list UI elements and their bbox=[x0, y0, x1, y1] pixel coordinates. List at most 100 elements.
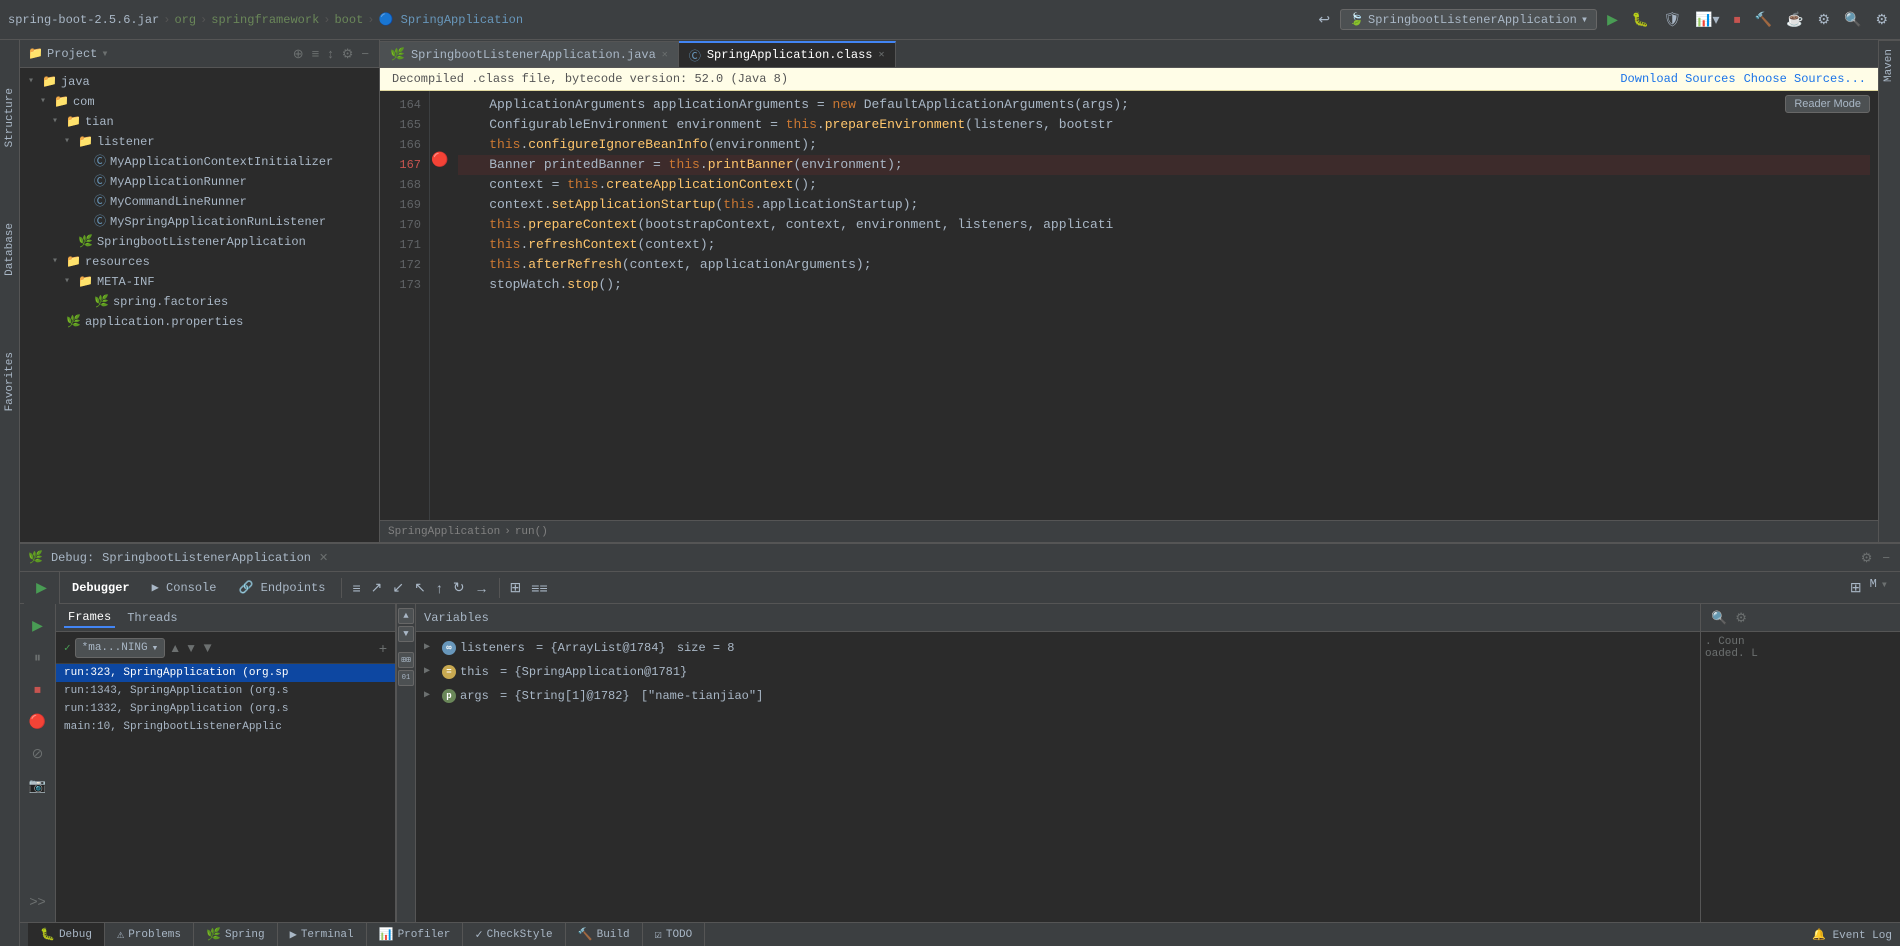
tree-resources[interactable]: ▾ 📁 resources bbox=[20, 252, 379, 272]
var-item-this[interactable]: ▶ = this = {SpringApplication@1781} bbox=[416, 660, 1700, 684]
scroll-up-button[interactable]: ▲ bbox=[398, 608, 414, 624]
code-content[interactable]: ApplicationArguments applicationArgument… bbox=[450, 91, 1878, 520]
breadcrumb-boot[interactable]: boot bbox=[334, 13, 363, 27]
tree-tian[interactable]: ▾ 📁 tian bbox=[20, 112, 379, 132]
status-build-tab[interactable]: 🔨 Build bbox=[566, 923, 643, 946]
status-checkstyle-tab[interactable]: ✓ CheckStyle bbox=[463, 923, 565, 946]
breadcrumb-class[interactable]: 🔵 SpringApplication bbox=[379, 12, 524, 27]
stop-button[interactable]: ⏹ bbox=[1730, 9, 1745, 30]
maven-panel-tab[interactable]: Maven bbox=[1879, 40, 1900, 90]
evaluate-button[interactable]: ↻ bbox=[449, 577, 469, 598]
m-settings-button[interactable]: ⚙ bbox=[1733, 610, 1749, 626]
var-item-args[interactable]: ▶ p args = {String[1]@1782} ["name-tianj… bbox=[416, 684, 1700, 708]
m-search-button[interactable]: 🔍 bbox=[1709, 610, 1729, 626]
sort-button[interactable]: ↕ bbox=[325, 46, 336, 62]
frame-item-1[interactable]: run:1343, SpringApplication (org.s bbox=[56, 682, 395, 700]
endpoints-tab[interactable]: 🔗 Endpoints bbox=[228, 576, 335, 599]
coverage-button[interactable]: 🛡 bbox=[1659, 9, 1685, 30]
tree-com[interactable]: ▾ 📁 com bbox=[20, 92, 379, 112]
tree-app-props[interactable]: 🌿 application.properties bbox=[20, 312, 379, 332]
status-profiler-tab[interactable]: 📊 Profiler bbox=[367, 923, 464, 946]
mute-breakpoints-btn[interactable]: ⊘ bbox=[25, 740, 51, 766]
threads-tab[interactable]: Threads bbox=[123, 609, 181, 627]
var-item-listeners[interactable]: ▶ ∞ listeners = {ArrayList@1784} size = … bbox=[416, 636, 1700, 660]
collapse-all-button[interactable]: ≡ bbox=[310, 46, 322, 62]
tree-java[interactable]: ▾ 📁 java bbox=[20, 72, 379, 92]
add-thread-button[interactable]: + bbox=[379, 640, 387, 656]
prev-thread-button[interactable]: ▲ bbox=[169, 641, 181, 655]
frame-item-2[interactable]: run:1332, SpringApplication (org.s bbox=[56, 700, 395, 718]
thread-dropdown[interactable]: *ma...NING ▾ bbox=[75, 638, 166, 658]
breadcrumb-org[interactable]: org bbox=[174, 13, 196, 27]
expand-arrow-listeners[interactable]: ▶ bbox=[424, 638, 438, 658]
next-thread-button[interactable]: ▼ bbox=[185, 641, 197, 655]
status-terminal-tab[interactable]: ▶ Terminal bbox=[278, 923, 367, 946]
tree-springboot-main[interactable]: 🌿 SpringbootListenerApplication bbox=[20, 232, 379, 252]
settings-gear-button[interactable]: ⚙ bbox=[340, 46, 356, 62]
resume-btn[interactable]: ▶ bbox=[25, 612, 51, 638]
run-to-cursor-button[interactable]: ↑ bbox=[432, 578, 447, 598]
frame-item-3[interactable]: main:10, SpringbootListenerApplic bbox=[56, 718, 395, 736]
debugger-tab[interactable]: Debugger bbox=[62, 577, 140, 599]
structure-panel-tab[interactable]: Structure bbox=[0, 80, 19, 155]
status-todo-tab[interactable]: ☑ TODO bbox=[643, 923, 706, 946]
event-log[interactable]: 🔔 Event Log bbox=[1812, 928, 1892, 942]
settings-btn-debug[interactable]: 📷 bbox=[25, 772, 51, 798]
sdk-button[interactable]: ☕ bbox=[1782, 9, 1807, 30]
build-button[interactable]: 🔨 bbox=[1751, 9, 1776, 30]
close-tab-button[interactable]: ✕ bbox=[662, 49, 668, 61]
tab-spring-application[interactable]: Ⓒ SpringApplication.class ✕ bbox=[679, 41, 896, 67]
tree-myspringrunlistener[interactable]: Ⓒ MySpringApplicationRunListener bbox=[20, 212, 379, 232]
expand-arrow-this[interactable]: ▶ bbox=[424, 662, 438, 682]
tree-myappctxinit[interactable]: Ⓒ MyApplicationContextInitializer bbox=[20, 152, 379, 172]
scroll-down-button[interactable]: ▼ bbox=[398, 626, 414, 642]
frames-button[interactable]: ⊞ bbox=[506, 577, 526, 598]
breadcrumb-springframework[interactable]: springframework bbox=[211, 13, 319, 27]
reader-mode-button[interactable]: Reader Mode bbox=[1785, 95, 1870, 113]
tree-meta-inf[interactable]: ▾ 📁 META-INF bbox=[20, 272, 379, 292]
tree-mycmdrunner[interactable]: Ⓒ MyCommandLineRunner bbox=[20, 192, 379, 212]
status-debug-tab[interactable]: 🐛 Debug bbox=[28, 923, 105, 946]
back-button[interactable]: ↩ bbox=[1314, 9, 1334, 30]
frame-item-0[interactable]: run:323, SpringApplication (org.sp bbox=[56, 664, 395, 682]
debug-minimize-button[interactable]: − bbox=[1880, 550, 1892, 566]
debug-settings-button[interactable]: ⚙ bbox=[1859, 550, 1875, 566]
step-over-button[interactable]: ↗ bbox=[367, 577, 387, 598]
search-button[interactable]: 🔍 bbox=[1840, 9, 1865, 30]
download-sources-link[interactable]: Download Sources bbox=[1620, 72, 1735, 86]
breadcrumb-jar[interactable]: spring-boot-2.5.6.jar bbox=[8, 13, 159, 27]
minimize-button[interactable]: − bbox=[359, 46, 371, 62]
layout-button[interactable]: ⊞ bbox=[1846, 577, 1866, 598]
locate-file-button[interactable]: ⊕ bbox=[291, 46, 306, 62]
favorites-panel-tab[interactable]: Favorites bbox=[0, 344, 19, 419]
expand-arrow-args[interactable]: ▶ bbox=[424, 686, 438, 706]
breakpoint-167[interactable]: 🔴 bbox=[430, 151, 450, 171]
binary-btn[interactable]: 01 bbox=[398, 670, 414, 686]
show-exec-point-button[interactable]: ≡ bbox=[348, 578, 364, 598]
translate-button[interactable]: ⚙ bbox=[1813, 9, 1834, 30]
status-problems-tab[interactable]: ⚠ Problems bbox=[105, 923, 194, 946]
close-tab-2-button[interactable]: ✕ bbox=[878, 49, 884, 61]
more-options-btn[interactable]: >> bbox=[25, 888, 51, 914]
profile-button[interactable]: 📊▾ bbox=[1691, 9, 1723, 30]
choose-sources-link[interactable]: Choose Sources... bbox=[1744, 72, 1866, 86]
tree-myapprunner[interactable]: Ⓒ MyApplicationRunner bbox=[20, 172, 379, 192]
step-into-button[interactable]: ↙ bbox=[388, 577, 408, 598]
force-button[interactable]: → bbox=[471, 578, 493, 598]
console-tab[interactable]: ▶ Console bbox=[142, 576, 227, 599]
settings-button[interactable]: ⚙ bbox=[1871, 9, 1892, 30]
debug-button[interactable]: 🐛 bbox=[1628, 9, 1653, 30]
tree-listener[interactable]: ▾ 📁 listener bbox=[20, 132, 379, 152]
close-debug-tab-button[interactable]: ✕ bbox=[319, 551, 328, 564]
frames-tab[interactable]: Frames bbox=[64, 608, 115, 628]
run-button[interactable]: ▶ bbox=[1603, 9, 1622, 30]
pause-btn[interactable]: ⏸ bbox=[25, 644, 51, 670]
run-config-dropdown[interactable]: 🍃 SpringbootListenerApplication ▾ bbox=[1340, 9, 1597, 30]
view-breakpoints-btn[interactable]: 🔴 bbox=[25, 708, 51, 734]
tab-springboot-listener[interactable]: 🌿 SpringbootListenerApplication.java ✕ bbox=[380, 41, 679, 67]
status-spring-tab[interactable]: 🌿 Spring bbox=[194, 923, 278, 946]
copy-btn[interactable]: ⊞⊞ bbox=[398, 652, 414, 668]
filter-threads-button[interactable]: ▼ bbox=[201, 640, 214, 655]
variables-button[interactable]: ≡≡ bbox=[527, 578, 551, 598]
database-panel-tab[interactable]: Database bbox=[0, 215, 19, 284]
